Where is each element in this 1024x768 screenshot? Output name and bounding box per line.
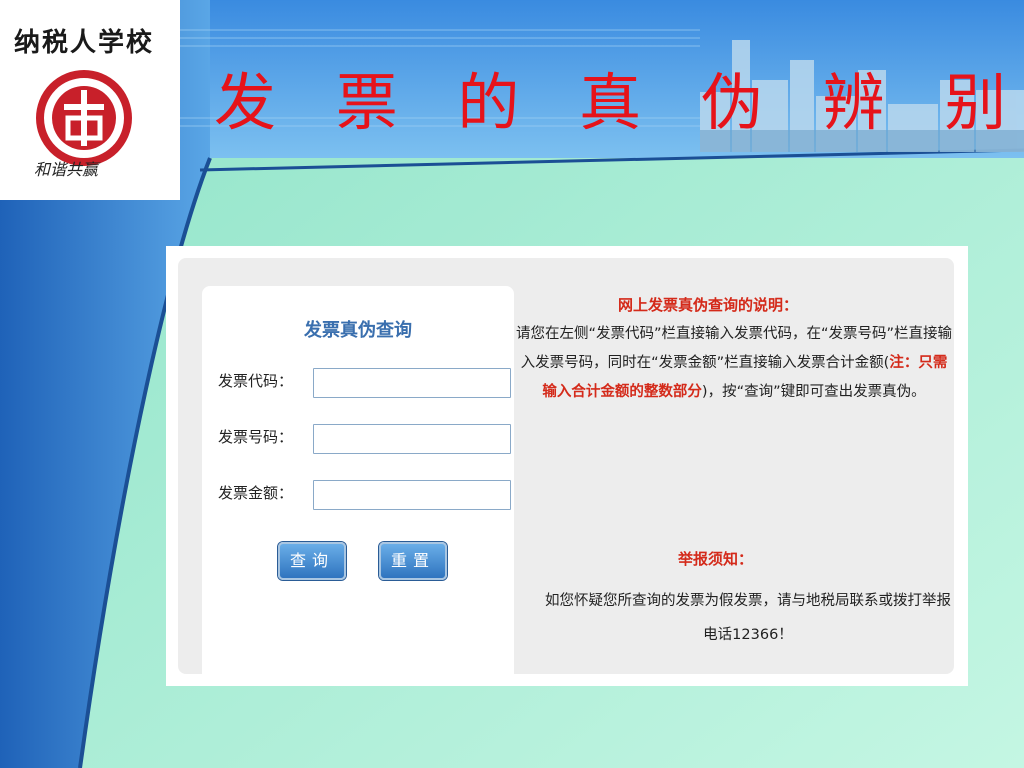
invoice-code-input[interactable] (313, 368, 511, 398)
instructions-text-part1: 请您在左侧“发票代码”栏直接输入发票代码，在“发票号码”栏直接输入发票号码，同时… (515, 326, 953, 371)
motto-text: 和谐共赢 (34, 160, 99, 179)
instructions-text: 请您在左侧“发票代码”栏直接输入发票代码，在“发票号码”栏直接输入发票号码，同时… (514, 320, 954, 407)
report-text: 如您怀疑您所查询的发票为假发票，请与地税局联系或拨打举报电话12366！ (545, 593, 951, 643)
query-button[interactable]: 查询 (278, 542, 346, 580)
query-form: 发票真伪查询 发票代码： 发票号码： 发票金额： 查询 重置 (202, 286, 514, 684)
invoice-amount-label: 发票金额： (218, 484, 294, 502)
form-title: 发票真伪查询 (304, 320, 412, 341)
report-title: 举报须知： (678, 550, 754, 568)
invoice-query-panel: 发票真伪查询 发票代码： 发票号码： 发票金额： 查询 重置 网上发票真伪查询的… (166, 246, 968, 686)
tax-school-logo-icon (36, 70, 132, 166)
invoice-amount-input[interactable] (313, 480, 511, 510)
instructions-title: 网上发票真伪查询的说明： (618, 296, 799, 314)
instructions-text-part2: )，按“查询”键即可查出发票真伪。 (701, 384, 926, 400)
reset-button[interactable]: 重置 (379, 542, 447, 580)
panel-inner: 发票真伪查询 发票代码： 发票号码： 发票金额： 查询 重置 网上发票真伪查询的… (178, 258, 954, 684)
invoice-number-input[interactable] (313, 424, 511, 454)
invoice-code-label: 发票代码： (218, 372, 294, 390)
school-brand-text: 纳税人学校 (14, 28, 155, 58)
invoice-number-label: 发票号码： (218, 428, 294, 446)
page-title: 发 票 的 真 伪 辨 别 (214, 66, 1024, 139)
